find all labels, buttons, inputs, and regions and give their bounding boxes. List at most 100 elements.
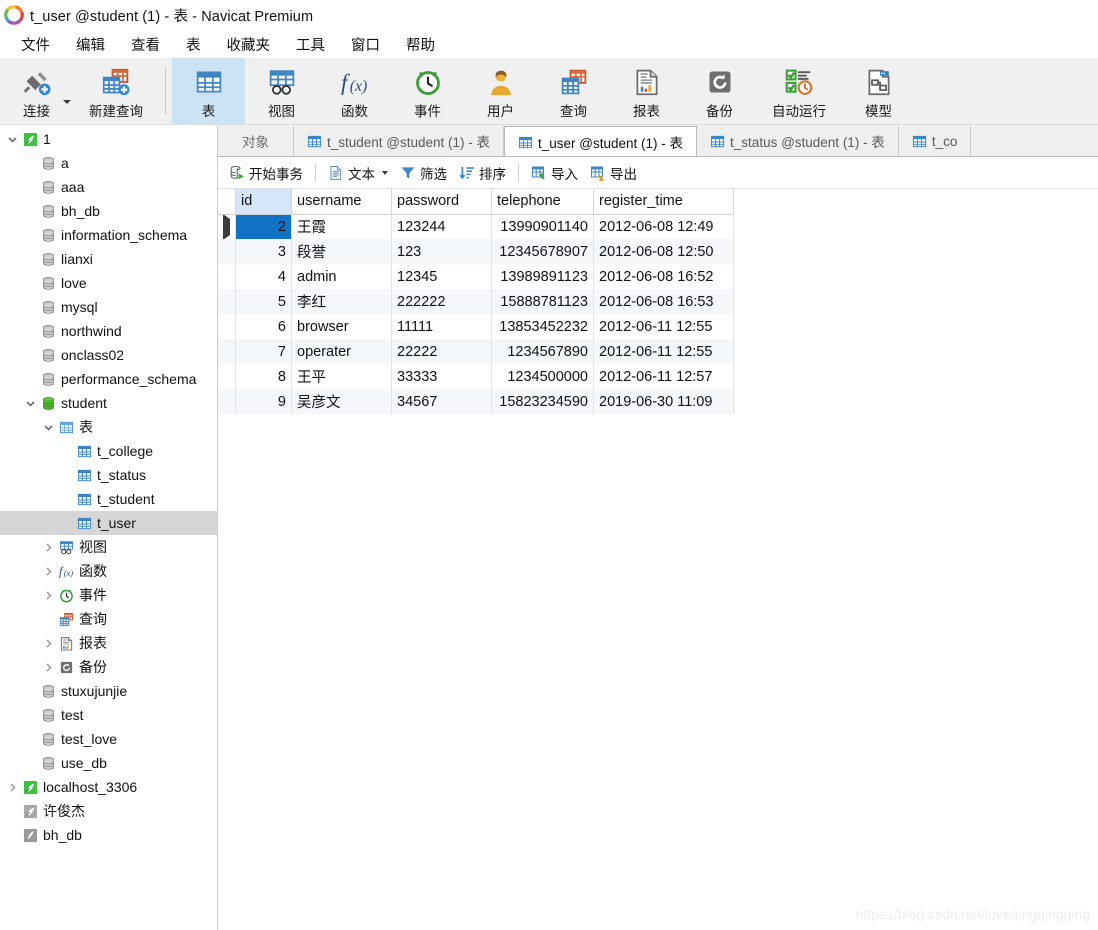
toolbar-query[interactable]: 查询: [537, 58, 610, 124]
grid-cell-id[interactable]: 4: [235, 264, 292, 289]
menu-help[interactable]: 帮助: [393, 32, 448, 57]
grid-cell-username[interactable]: 李红: [291, 289, 392, 314]
tree-item-information_schema[interactable]: information_schema: [0, 223, 217, 247]
grid-cell-username[interactable]: 王平: [291, 364, 392, 389]
tree-item-aaa[interactable]: aaa: [0, 175, 217, 199]
table-row[interactable]: 2 王霞 123244 13990901140 2012-06-08 12:49: [218, 214, 734, 239]
chevron-down-icon[interactable]: [382, 170, 388, 175]
tree-item-test_love[interactable]: test_love: [0, 727, 217, 751]
row-marker[interactable]: [218, 339, 236, 364]
tree-item-bh_db[interactable]: bh_db: [0, 199, 217, 223]
grid-cell-id[interactable]: 5: [235, 289, 292, 314]
tree-item-[interactable]: 查询: [0, 607, 217, 631]
grid-cell-id[interactable]: 8: [235, 364, 292, 389]
tab-objects[interactable]: 对象: [218, 126, 294, 156]
tree-item-performance_schema[interactable]: performance_schema: [0, 367, 217, 391]
toolbar-event[interactable]: 事件: [391, 58, 464, 124]
data-grid[interactable]: id username password telephone register_time…: [218, 189, 734, 414]
data-grid-container[interactable]: id username password telephone register_time…: [218, 189, 1098, 930]
row-marker[interactable]: [218, 289, 236, 314]
export-button[interactable]: 导出: [584, 160, 643, 186]
table-row[interactable]: 8 王平 33333 1234500000 2012-06-11 12:57: [218, 364, 734, 389]
toolbar-connection[interactable]: 连接: [0, 58, 73, 124]
tree-item-lianxi[interactable]: lianxi: [0, 247, 217, 271]
tree-item-[interactable]: 视图: [0, 535, 217, 559]
tree-item-[interactable]: 许俊杰: [0, 799, 217, 823]
grid-cell-telephone[interactable]: 15888781123: [491, 289, 594, 314]
row-marker[interactable]: [218, 364, 236, 389]
chevron-down-icon[interactable]: [22, 398, 38, 409]
chevron-right-icon[interactable]: [40, 590, 56, 601]
grid-cell-username[interactable]: 王霞: [291, 214, 392, 239]
grid-cell-password[interactable]: 12345: [391, 264, 492, 289]
grid-cell-register_time[interactable]: 2012-06-08 12:49: [593, 214, 734, 239]
grid-cell-register_time[interactable]: 2012-06-08 16:53: [593, 289, 734, 314]
menu-file[interactable]: 文件: [8, 32, 63, 57]
grid-cell-username[interactable]: 段誉: [291, 239, 392, 264]
import-button[interactable]: 导入: [525, 160, 584, 186]
grid-cell-username[interactable]: browser: [291, 314, 392, 339]
grid-cell-register_time[interactable]: 2012-06-11 12:55: [593, 339, 734, 364]
grid-cell-id[interactable]: 6: [235, 314, 292, 339]
grid-cell-id[interactable]: 3: [235, 239, 292, 264]
tree-item-[interactable]: f (x) 函数: [0, 559, 217, 583]
chevron-right-icon[interactable]: [40, 662, 56, 673]
grid-column-header-username[interactable]: username: [291, 189, 392, 215]
tree-item-[interactable]: 表: [0, 415, 217, 439]
grid-column-header-id[interactable]: id: [235, 189, 292, 215]
tree-item-stuxujunjie[interactable]: stuxujunjie: [0, 679, 217, 703]
row-marker[interactable]: [218, 314, 236, 339]
tree-item-localhost_3306[interactable]: localhost_3306: [0, 775, 217, 799]
grid-column-header-telephone[interactable]: telephone: [491, 189, 594, 215]
table-row[interactable]: 5 李红 222222 15888781123 2012-06-08 16:53: [218, 289, 734, 314]
grid-cell-register_time[interactable]: 2012-06-11 12:55: [593, 314, 734, 339]
toolbar-function[interactable]: f (x) 函数: [318, 58, 391, 124]
tree-item-a[interactable]: a: [0, 151, 217, 175]
begin-transaction-button[interactable]: 开始事务: [223, 160, 309, 186]
navigation-tree[interactable]: 1 a aaa bh_db information_schema lianxi love my…: [0, 125, 218, 930]
grid-cell-id[interactable]: 9: [235, 389, 292, 414]
table-row[interactable]: 6 browser 11111 13853452232 2012-06-11 12:55: [218, 314, 734, 339]
grid-cell-password[interactable]: 22222: [391, 339, 492, 364]
sort-button[interactable]: 排序: [453, 160, 512, 186]
table-row[interactable]: 3 段誉 123 12345678907 2012-06-08 12:50: [218, 239, 734, 264]
tree-item-[interactable]: 报表: [0, 631, 217, 655]
chevron-right-icon[interactable]: [40, 542, 56, 553]
table-row[interactable]: 9 吴彦文 34567 15823234590 2019-06-30 11:09: [218, 389, 734, 414]
grid-cell-register_time[interactable]: 2012-06-08 16:52: [593, 264, 734, 289]
tree-item-[interactable]: 事件: [0, 583, 217, 607]
text-button[interactable]: 文本: [322, 160, 394, 186]
tree-item-mysql[interactable]: mysql: [0, 295, 217, 319]
row-marker[interactable]: [218, 389, 236, 414]
tree-item-use_db[interactable]: use_db: [0, 751, 217, 775]
grid-cell-id[interactable]: 7: [235, 339, 292, 364]
grid-cell-telephone[interactable]: 1234567890: [491, 339, 594, 364]
toolbar-automation[interactable]: 自动运行: [756, 58, 842, 124]
row-marker[interactable]: [218, 264, 236, 289]
tree-item-[interactable]: 备份: [0, 655, 217, 679]
chevron-right-icon[interactable]: [40, 638, 56, 649]
menu-window[interactable]: 窗口: [338, 32, 393, 57]
grid-cell-telephone[interactable]: 15823234590: [491, 389, 594, 414]
toolbar-user[interactable]: 用户: [464, 58, 537, 124]
grid-cell-password[interactable]: 123244: [391, 214, 492, 239]
tree-item-love[interactable]: love: [0, 271, 217, 295]
row-marker[interactable]: [218, 239, 236, 264]
grid-cell-password[interactable]: 222222: [391, 289, 492, 314]
grid-cell-id[interactable]: 2: [235, 214, 292, 239]
grid-cell-password[interactable]: 34567: [391, 389, 492, 414]
toolbar-view[interactable]: 视图: [245, 58, 318, 124]
tab-t-user[interactable]: t_user @student (1) - 表: [504, 126, 698, 156]
tree-item-onclass02[interactable]: onclass02: [0, 343, 217, 367]
grid-cell-username[interactable]: admin: [291, 264, 392, 289]
grid-cell-telephone[interactable]: 1234500000: [491, 364, 594, 389]
menu-view[interactable]: 查看: [118, 32, 173, 57]
tab-t-status[interactable]: t_status @student (1) - 表: [697, 126, 899, 156]
tree-item-t_user[interactable]: t_user: [0, 511, 217, 535]
tree-item-northwind[interactable]: northwind: [0, 319, 217, 343]
tree-item-t_college[interactable]: t_college: [0, 439, 217, 463]
grid-cell-telephone[interactable]: 13990901140: [491, 214, 594, 239]
grid-cell-username[interactable]: 吴彦文: [291, 389, 392, 414]
grid-cell-telephone[interactable]: 13853452232: [491, 314, 594, 339]
grid-cell-password[interactable]: 11111: [391, 314, 492, 339]
